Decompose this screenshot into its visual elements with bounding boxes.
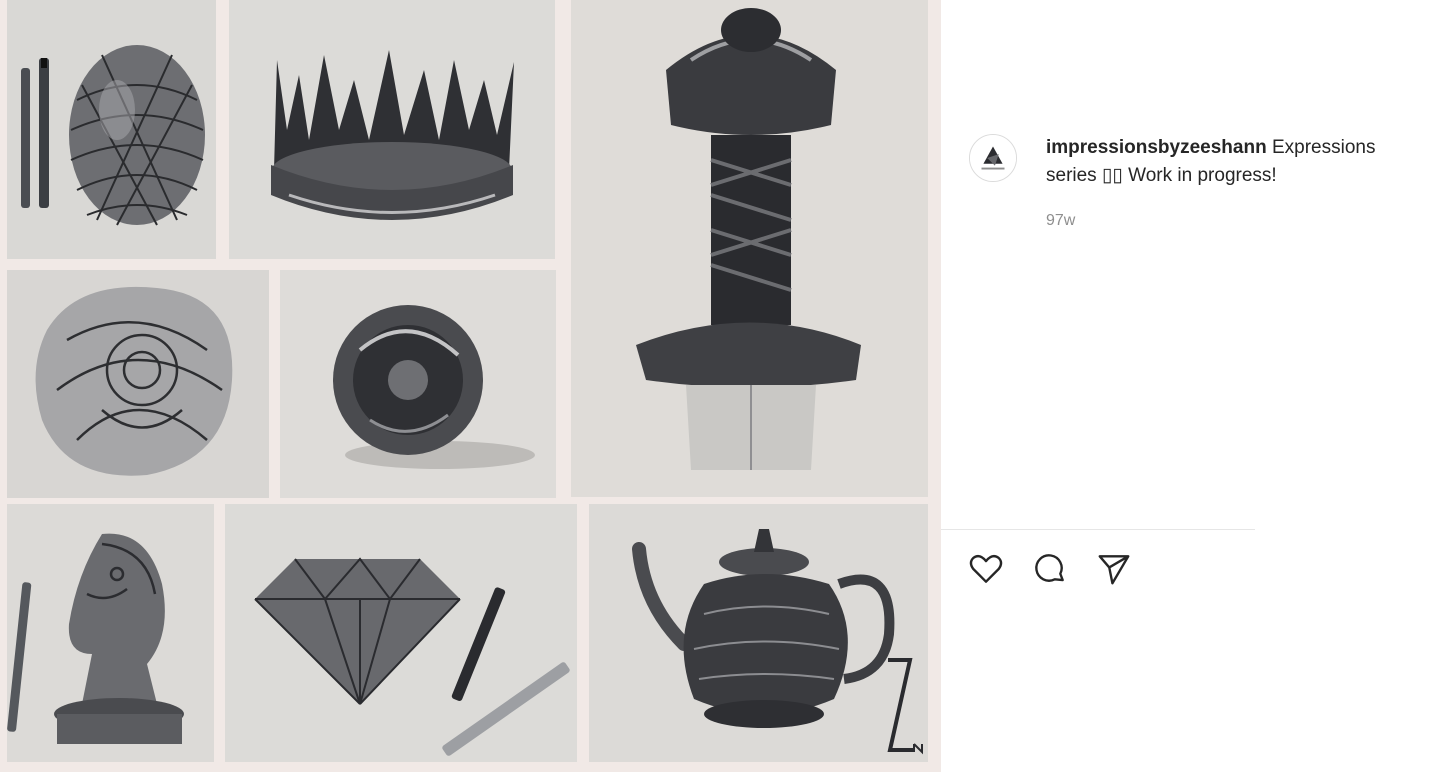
drawing-dragon-egg [7, 0, 216, 259]
drawing-chess-knight [7, 504, 214, 762]
drawing-teapot [589, 504, 928, 762]
drawing-rose [7, 270, 269, 498]
heart-icon [969, 554, 1003, 583]
post-timestamp[interactable]: 97w [1046, 212, 1075, 230]
like-button[interactable] [965, 548, 1007, 590]
drawing-sword [571, 0, 928, 497]
comment-icon [1035, 554, 1064, 582]
post-caption: impressionsbyzeeshann Expressions series… [1046, 134, 1416, 190]
share-button[interactable] [1093, 548, 1135, 590]
username-link[interactable]: impressionsbyzeeshann [1046, 137, 1267, 158]
artist-signature-logo [884, 652, 928, 756]
divider [941, 529, 1255, 530]
drawing-crystal-sphere [280, 270, 556, 498]
avatar[interactable] [969, 134, 1017, 182]
action-bar [965, 548, 1135, 590]
drawing-crown [229, 0, 555, 259]
post-details-panel: impressionsbyzeeshann Expressions series… [941, 0, 1431, 772]
post-image-collage[interactable] [0, 0, 941, 772]
comment-button[interactable] [1029, 548, 1071, 590]
paper-plane-icon [1098, 555, 1130, 585]
drawing-diamond [225, 504, 577, 762]
